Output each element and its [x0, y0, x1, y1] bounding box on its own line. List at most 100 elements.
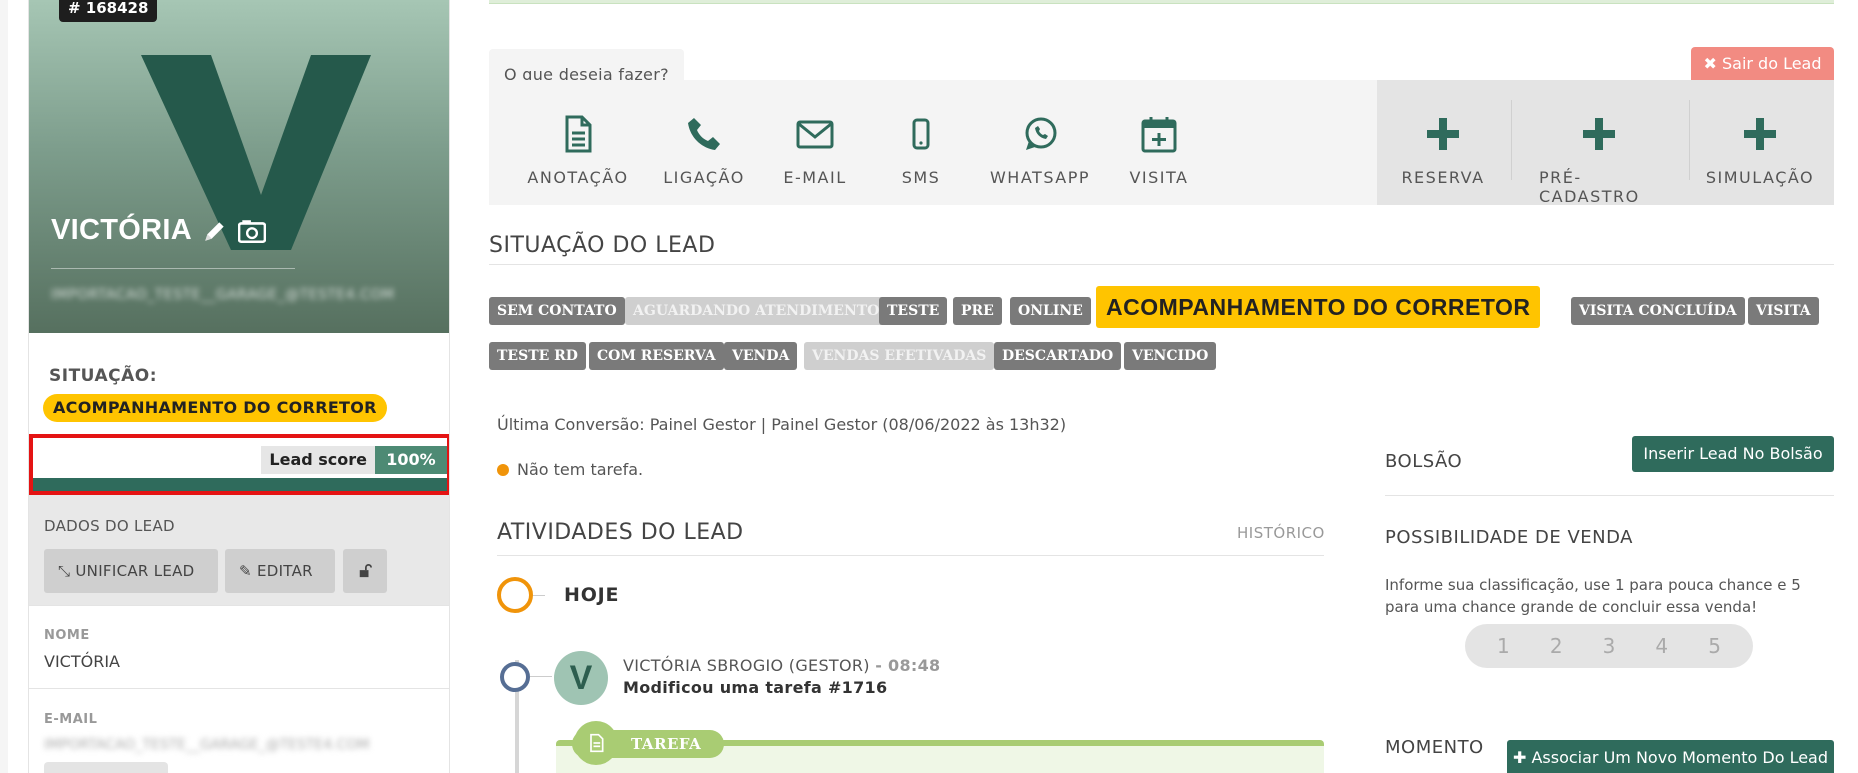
status-tag[interactable]: AGUARDANDO ATENDIMENTO [625, 297, 888, 325]
divider [1385, 495, 1834, 496]
visita-action[interactable]: VISITA [1099, 114, 1219, 187]
unlock-button[interactable] [343, 549, 387, 593]
bolsao-title: BOLSÃO [1385, 451, 1463, 472]
situacao-label: SITUAÇÃO: [49, 366, 157, 386]
divider [1689, 100, 1690, 180]
email-value-blurred: IMPORTACAO_TESTE__GARAGE_@TESTE4.COM [44, 737, 370, 753]
avatar: V [554, 651, 608, 705]
pencil-icon[interactable] [202, 218, 228, 244]
activity-author: VICTÓRIA SBROGIO (GESTOR) - 08:48 [623, 656, 941, 675]
status-tag[interactable]: VENDA [724, 342, 798, 370]
timeline-hoje: HOJE [564, 584, 620, 606]
historico-link[interactable]: HISTÓRICO [1237, 524, 1325, 542]
divider [1511, 100, 1512, 180]
compress-icon: ⤡ [58, 562, 71, 580]
sair-do-lead-button[interactable]: ✖ Sair do Lead [1691, 47, 1834, 80]
status-tag[interactable]: ONLINE [1010, 297, 1091, 325]
lead-name: VICTÓRIA [51, 214, 192, 246]
page-edge [0, 0, 8, 773]
inserir-bolsao-button[interactable]: Inserir Lead No Bolsão [1632, 436, 1834, 472]
lead-score-highlight: Lead score 100% [29, 434, 449, 495]
status-tag[interactable]: SEM CONTATO [489, 297, 625, 325]
status-tag[interactable]: VISITA [1748, 297, 1819, 325]
status-tag[interactable]: TESTE RD [489, 342, 586, 370]
divider [29, 605, 449, 606]
rating-option[interactable]: 4 [1642, 634, 1682, 658]
rating-option[interactable]: 3 [1589, 634, 1629, 658]
plus-icon [1583, 118, 1615, 150]
editar-button[interactable]: ✎ EDITAR [225, 549, 335, 593]
email-action-button[interactable] [44, 762, 168, 773]
envelope-icon [796, 120, 834, 149]
status-dot-icon [497, 463, 509, 476]
rating-option[interactable]: 2 [1536, 634, 1576, 658]
divider [489, 264, 1834, 265]
simulacao-action[interactable]: SIMULAÇÃO [1700, 114, 1820, 187]
rating-option[interactable]: 5 [1695, 634, 1735, 658]
nome-value: VICTÓRIA [44, 652, 120, 671]
lead-score-bar [33, 478, 447, 491]
momento-title: MOMENTO [1385, 737, 1484, 758]
timeline-tick [530, 676, 552, 677]
whatsapp-action[interactable]: WHATSAPP [980, 114, 1100, 187]
plus-icon [1744, 118, 1776, 150]
ultima-conversao: Última Conversão: Painel Gestor | Painel… [497, 415, 1067, 434]
status-tag[interactable]: VENCIDO [1124, 342, 1217, 370]
unificar-lead-button[interactable]: ⤡ UNIFICAR LEAD [44, 549, 218, 593]
status-tag[interactable]: VENDAS EFETIVADAS [804, 342, 995, 370]
status-tag[interactable]: PRE [953, 297, 1002, 325]
rating-option[interactable]: 1 [1483, 634, 1523, 658]
ligacao-action[interactable]: LIGAÇÃO [644, 114, 764, 187]
pencil-icon: ✎ [239, 562, 252, 580]
pre-cadastro-action[interactable]: PRÉ-CADASTRO [1539, 114, 1659, 206]
email-action[interactable]: E-MAIL [755, 114, 875, 187]
divider [29, 688, 449, 689]
divider [497, 555, 1324, 556]
timeline-tick [533, 595, 545, 596]
email-label: E-MAIL [44, 712, 98, 727]
lead-score-label: Lead score [261, 446, 375, 474]
sale-rating: 1 2 3 4 5 [1465, 624, 1753, 668]
status-tag-active[interactable]: ACOMPANHAMENTO DO CORRETOR [1096, 286, 1541, 328]
document-icon [565, 115, 592, 153]
lead-hero: # 168428 VICTÓRIA IMPORTACAO_TESTE__GARA… [29, 0, 449, 333]
acoes-prompt: O que deseja fazer? [489, 49, 684, 84]
status-tag[interactable]: TESTE [879, 297, 948, 325]
nome-label: NOME [44, 628, 90, 643]
document-icon [574, 721, 618, 765]
activity-description: Modificou uma tarefa #1716 [623, 678, 888, 697]
activity-time: - 08:48 [875, 656, 941, 675]
atividades-title: ATIVIDADES DO LEAD [497, 520, 744, 545]
no-task-notice: Não tem tarefa. [497, 460, 643, 479]
lead-id-badge: # 168428 [59, 0, 158, 22]
unlock-icon [359, 564, 372, 578]
situacao-title: SITUAÇÃO DO LEAD [489, 233, 716, 258]
camera-icon[interactable] [237, 218, 267, 244]
tarefa-label: TAREFA [631, 735, 702, 753]
possibilidade-title: POSSIBILIDADE DE VENDA [1385, 527, 1633, 548]
status-tag[interactable]: VISITA CONCLUÍDA [1571, 297, 1745, 325]
dados-title: DADOS DO LEAD [44, 517, 175, 535]
lead-sidebar: # 168428 VICTÓRIA IMPORTACAO_TESTE__GARA… [28, 0, 450, 773]
lead-score-fill [33, 478, 447, 491]
calendar-plus-icon [1141, 117, 1177, 153]
possibilidade-text: Informe sua classificação, use 1 para po… [1385, 576, 1801, 616]
status-tag[interactable]: DESCARTADO [994, 342, 1122, 370]
hero-divider [51, 268, 295, 269]
status-tag[interactable]: COM RESERVA [589, 342, 724, 370]
mobile-icon [912, 118, 930, 150]
situacao-badge: ACOMPANHAMENTO DO CORRETOR [43, 394, 387, 422]
whatsapp-icon [1025, 117, 1057, 150]
reserva-action[interactable]: RESERVA [1383, 114, 1503, 187]
lead-email-blurred: IMPORTACAO_TESTE__GARAGE_@TESTE4.COM [51, 287, 395, 303]
associar-momento-button[interactable]: ✚ Associar Um Novo Momento Do Lead [1507, 740, 1834, 773]
lead-score-value: 100% [375, 446, 447, 474]
timeline-today-marker [497, 577, 533, 613]
anotacao-action[interactable]: ANOTAÇÃO [518, 114, 638, 187]
timeline-event-marker [500, 662, 530, 692]
dados-panel: DADOS DO LEAD ⤡ UNIFICAR LEAD ✎ EDITAR [29, 495, 449, 605]
alert-strip [489, 0, 1834, 4]
plus-icon [1427, 118, 1459, 150]
phone-icon [688, 118, 720, 150]
sms-action[interactable]: SMS [861, 114, 981, 187]
